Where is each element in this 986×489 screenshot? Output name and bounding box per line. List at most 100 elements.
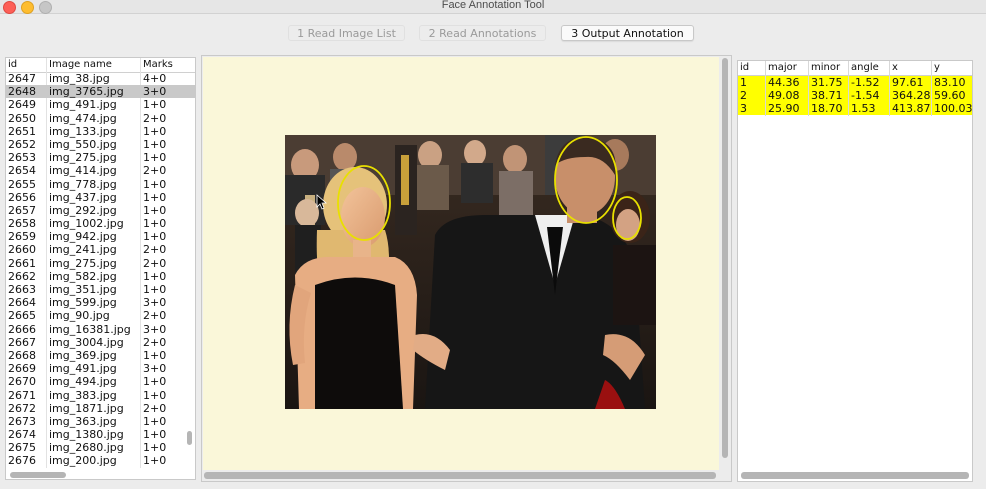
image-id-cell: 2663 <box>8 283 36 296</box>
image-list-row[interactable]: 2674 img_1380.jpg 1+0 <box>6 428 195 441</box>
annotation-y-cell: 59.60 <box>934 89 966 102</box>
image-name-cell: img_599.jpg <box>49 296 117 310</box>
canvas-vertical-scrollbar[interactable] <box>722 58 728 458</box>
image-name-cell: img_491.jpg <box>49 98 117 112</box>
image-id-cell: 2659 <box>8 230 36 244</box>
image-list-row[interactable]: 2656 img_437.jpg 1+0 <box>6 191 195 204</box>
marks-cell: 1+0 <box>143 137 167 151</box>
image-id-cell: 2676 <box>8 454 36 468</box>
image-list-row[interactable]: 2663 img_351.jpg 1+0 <box>6 283 195 296</box>
annotation-y-cell: 100.03 <box>934 102 973 115</box>
marks-cell: 1+0 <box>143 441 167 455</box>
column-header-marks[interactable]: Marks <box>143 58 173 72</box>
image-list-row[interactable]: 2654 img_414.jpg 2+0 <box>6 164 195 177</box>
image-list-row[interactable]: 2668 img_369.jpg 1+0 <box>6 349 195 362</box>
marks-cell: 3+0 <box>143 85 167 99</box>
image-id-cell: 2674 <box>8 428 36 442</box>
image-name-cell: img_1002.jpg <box>49 217 124 231</box>
image-list-row[interactable]: 2666 img_16381.jpg 3+0 <box>6 323 195 336</box>
window-title: Face Annotation Tool <box>441 0 545 11</box>
image-list-horizontal-scrollbar[interactable] <box>10 472 66 478</box>
image-list-row[interactable]: 2658 img_1002.jpg 1+0 <box>6 217 195 230</box>
marks-cell: 3+0 <box>143 362 167 376</box>
annotation-row[interactable]: 3 25.90 18.70 1.53 413.87 100.03 <box>738 102 972 115</box>
image-id-cell: 2661 <box>8 256 36 270</box>
image-list-row[interactable]: 2659 img_942.jpg 1+0 <box>6 230 195 243</box>
column-header-angle[interactable]: angle <box>851 61 879 75</box>
image-list-row[interactable]: 2648 img_3765.jpg 3+0 <box>6 85 195 99</box>
marks-cell: 1+0 <box>143 177 167 191</box>
tab-output-annotation[interactable]: 3 Output Annotation <box>561 25 694 41</box>
annotation-angle-cell: -1.52 <box>851 76 880 89</box>
image-id-cell: 2651 <box>8 124 36 138</box>
image-list-row[interactable]: 2675 img_2680.jpg 1+0 <box>6 441 195 454</box>
image-list-row[interactable]: 2667 img_3004.jpg 2+0 <box>6 336 195 349</box>
column-header-x[interactable]: x <box>892 61 898 75</box>
image-canvas-panel <box>201 55 732 482</box>
image-id-cell: 2665 <box>8 309 36 323</box>
image-name-cell: img_241.jpg <box>49 243 117 257</box>
image-name-cell: img_3765.jpg <box>49 85 124 99</box>
image-list-row[interactable]: 2660 img_241.jpg 2+0 <box>6 243 195 256</box>
image-name-cell: img_200.jpg <box>49 454 117 468</box>
woman-right-figure <box>610 191 656 325</box>
column-header-id[interactable]: id <box>740 61 749 75</box>
image-list-row[interactable]: 2647 img_38.jpg 4+0 <box>6 72 195 85</box>
annotation-minor-cell: 18.70 <box>811 102 843 115</box>
image-id-cell: 2654 <box>8 164 36 178</box>
image-id-cell: 2664 <box>8 296 36 310</box>
image-name-cell: img_491.jpg <box>49 362 117 376</box>
annotation-horizontal-scrollbar[interactable] <box>741 472 969 479</box>
annotated-photo[interactable] <box>285 135 656 409</box>
annotation-x-cell: 97.61 <box>892 76 924 89</box>
step-tabs: 1 Read Image List 2 Read Annotations 3 O… <box>0 25 986 43</box>
image-list-row[interactable]: 2662 img_582.jpg 1+0 <box>6 270 195 283</box>
tab-read-annotations[interactable]: 2 Read Annotations <box>419 25 546 41</box>
image-list-vertical-scrollbar[interactable] <box>187 431 192 445</box>
image-name-cell: img_494.jpg <box>49 375 117 389</box>
image-id-cell: 2648 <box>8 85 36 99</box>
image-list-row[interactable]: 2670 img_494.jpg 1+0 <box>6 375 195 388</box>
column-header-minor[interactable]: minor <box>811 61 840 75</box>
image-id-cell: 2647 <box>8 72 36 85</box>
marks-cell: 1+0 <box>143 230 167 244</box>
image-canvas[interactable] <box>203 57 719 470</box>
image-list-row[interactable]: 2657 img_292.jpg 1+0 <box>6 204 195 217</box>
marks-cell: 1+0 <box>143 414 167 428</box>
annotation-minor-cell: 38.71 <box>811 89 843 102</box>
image-list-row[interactable]: 2676 img_200.jpg 1+0 <box>6 454 195 467</box>
annotation-y-cell: 83.10 <box>934 76 966 89</box>
image-name-cell: img_292.jpg <box>49 203 117 217</box>
image-name-cell: img_437.jpg <box>49 190 117 204</box>
image-list-row[interactable]: 2664 img_599.jpg 3+0 <box>6 296 195 309</box>
image-list-row[interactable]: 2649 img_491.jpg 1+0 <box>6 98 195 111</box>
image-id-cell: 2666 <box>8 322 36 336</box>
image-list-row[interactable]: 2651 img_133.jpg 1+0 <box>6 125 195 138</box>
tab-read-image-list[interactable]: 1 Read Image List <box>288 25 405 41</box>
image-list-row[interactable]: 2650 img_474.jpg 2+0 <box>6 112 195 125</box>
image-name-cell: img_1380.jpg <box>49 428 124 442</box>
image-id-cell: 2649 <box>8 98 36 112</box>
column-header-major[interactable]: major <box>768 61 797 75</box>
annotation-row[interactable]: 2 49.08 38.71 -1.54 364.28 59.60 <box>738 89 972 102</box>
annotation-major-cell: 44.36 <box>768 76 800 89</box>
marks-cell: 2+0 <box>143 256 167 270</box>
image-id-cell: 2675 <box>8 441 36 455</box>
image-list-row[interactable]: 2672 img_1871.jpg 2+0 <box>6 402 195 415</box>
image-list-row[interactable]: 2665 img_90.jpg 2+0 <box>6 309 195 322</box>
marks-cell: 1+0 <box>143 203 167 217</box>
annotation-angle-cell: -1.54 <box>851 89 880 102</box>
image-list-row[interactable]: 2655 img_778.jpg 1+0 <box>6 178 195 191</box>
image-list-row[interactable]: 2671 img_383.jpg 1+0 <box>6 389 195 402</box>
image-list-row[interactable]: 2653 img_275.jpg 1+0 <box>6 151 195 164</box>
annotation-row[interactable]: 1 44.36 31.75 -1.52 97.61 83.10 <box>738 76 972 89</box>
image-list-row[interactable]: 2669 img_491.jpg 3+0 <box>6 362 195 375</box>
image-list-row[interactable]: 2673 img_363.jpg 1+0 <box>6 415 195 428</box>
image-name-cell: img_778.jpg <box>49 177 117 191</box>
canvas-horizontal-scrollbar[interactable] <box>204 472 716 479</box>
column-header-id[interactable]: id <box>8 58 17 72</box>
image-list-row[interactable]: 2652 img_550.jpg 1+0 <box>6 138 195 151</box>
column-header-image-name[interactable]: Image name <box>49 58 112 72</box>
column-header-y[interactable]: y <box>934 61 940 75</box>
image-list-row[interactable]: 2661 img_275.jpg 2+0 <box>6 257 195 270</box>
